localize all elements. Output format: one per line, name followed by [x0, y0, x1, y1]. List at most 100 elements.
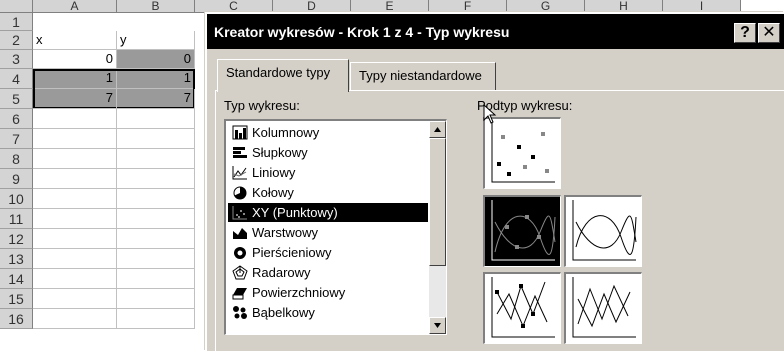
line-chart-icon	[232, 166, 247, 180]
row-header[interactable]: 1	[0, 13, 33, 31]
chart-type-label-bubble: Bąbelkowy	[252, 305, 315, 320]
subtype-scatter-straight-markers[interactable]	[483, 272, 561, 344]
pie-chart-icon	[233, 186, 247, 200]
row-header[interactable]: 7	[0, 129, 33, 149]
empty-cell[interactable]	[117, 89, 195, 109]
chart-type-list[interactable]: Kolumnowy Słupkowy Liniowy Kołowy XY (Pu…	[224, 119, 447, 335]
chart-type-item-bubble[interactable]: Bąbelkowy	[228, 303, 428, 322]
empty-cell[interactable]	[117, 189, 195, 209]
row-header[interactable]: 10	[0, 189, 33, 209]
empty-cell[interactable]	[33, 289, 117, 309]
scrollbar-thumb[interactable]	[429, 138, 446, 266]
column-header-a[interactable]: A	[33, 0, 117, 13]
row-header[interactable]: 15	[0, 289, 33, 309]
cell-a1[interactable]: x	[33, 31, 117, 50]
scatter-straight-markers-icon	[491, 277, 555, 338]
empty-cell[interactable]	[33, 89, 117, 109]
chart-type-item-doughnut[interactable]: Pierścieniowy	[228, 243, 428, 262]
chart-type-label-scatter: XY (Punktowy)	[252, 205, 338, 220]
cell-a3[interactable]: 1	[33, 69, 117, 89]
row-header[interactable]: 6	[0, 109, 33, 129]
empty-cell[interactable]	[117, 209, 195, 229]
row-header[interactable]: 4	[0, 69, 33, 89]
cell-b3[interactable]: 1	[117, 69, 195, 89]
empty-cell[interactable]	[117, 109, 195, 129]
subtype-scatter-smooth-markers[interactable]	[483, 195, 561, 267]
cell-b2[interactable]: 0	[117, 50, 195, 69]
close-button[interactable]: ✕	[758, 23, 780, 43]
row-header[interactable]: 8	[0, 149, 33, 169]
empty-cell[interactable]	[33, 109, 117, 129]
dialog-titlebar[interactable]: Kreator wykresów - Krok 1 z 4 - Typ wykr…	[207, 14, 784, 49]
empty-cell[interactable]	[117, 229, 195, 249]
row-header[interactable]: 14	[0, 269, 33, 289]
empty-cell[interactable]	[117, 149, 195, 169]
scatter-straight-lines-icon	[572, 277, 636, 338]
help-button[interactable]: ?	[734, 23, 756, 43]
empty-cell[interactable]	[33, 229, 117, 249]
row-header[interactable]: 11	[0, 209, 33, 229]
bubble-chart-icon	[233, 306, 247, 319]
chart-wizard-dialog: Kreator wykresów - Krok 1 z 4 - Typ wykr…	[205, 12, 784, 351]
row-header[interactable]: 3	[0, 50, 33, 69]
empty-cell[interactable]	[33, 249, 117, 269]
chart-type-label-radar: Radarowy	[252, 265, 311, 280]
arrow-up-icon	[434, 127, 441, 132]
chart-type-item-line[interactable]: Liniowy	[228, 163, 428, 182]
subtype-scatter-straight-lines[interactable]	[564, 272, 642, 344]
row-header[interactable]: 5	[0, 89, 33, 109]
scatter-smooth-lines-icon	[572, 200, 637, 261]
chart-type-item-radar[interactable]: Radarowy	[228, 263, 428, 282]
scroll-down-button[interactable]	[429, 317, 446, 334]
chart-type-item-bar[interactable]: Słupkowy	[228, 143, 428, 162]
empty-cell[interactable]	[117, 289, 195, 309]
empty-cell[interactable]	[117, 309, 195, 329]
chart-type-label-doughnut: Pierścieniowy	[252, 245, 332, 260]
cell-b1[interactable]: y	[117, 31, 195, 50]
tab-standard-types[interactable]: Standardowe typy	[217, 59, 349, 92]
chart-type-label-line: Liniowy	[252, 165, 296, 180]
empty-cell[interactable]	[117, 249, 195, 269]
chart-type-label-column: Kolumnowy	[252, 125, 320, 140]
column-header-b[interactable]: B	[117, 0, 195, 13]
row-header[interactable]: 2	[0, 31, 33, 50]
chart-type-label-pie: Kołowy	[252, 185, 294, 200]
empty-cell[interactable]	[33, 149, 117, 169]
empty-cell[interactable]	[33, 189, 117, 209]
scatter-smooth-markers-icon	[491, 200, 556, 261]
radar-chart-icon	[232, 265, 248, 280]
chart-type-item-scatter[interactable]: XY (Punktowy)	[228, 203, 428, 222]
column-chart-icon	[232, 125, 248, 140]
empty-cell[interactable]	[33, 209, 117, 229]
row-header[interactable]: 9	[0, 169, 33, 189]
row-header[interactable]: 13	[0, 249, 33, 269]
chart-type-label-surface: Powierzchniowy	[252, 285, 346, 300]
chart-type-item-column[interactable]: Kolumnowy	[228, 123, 428, 142]
arrow-down-icon	[434, 323, 441, 328]
scroll-up-button[interactable]	[429, 121, 446, 138]
select-all-corner[interactable]	[0, 0, 33, 13]
cell-a2[interactable]: 0	[33, 50, 117, 69]
subtype-scatter-markers[interactable]	[483, 117, 561, 189]
empty-cell[interactable]	[117, 169, 195, 189]
row-header[interactable]: 16	[0, 309, 33, 329]
chart-type-item-area[interactable]: Warstwowy	[228, 223, 428, 242]
empty-cell[interactable]	[117, 129, 195, 149]
chart-type-label: Typ wykresu:	[224, 98, 300, 113]
scatter-chart-icon	[232, 206, 247, 220]
chart-type-label-area: Warstwowy	[252, 225, 318, 240]
empty-cell[interactable]	[33, 169, 117, 189]
doughnut-chart-icon	[234, 247, 246, 259]
chart-type-scrollbar[interactable]	[429, 121, 446, 334]
empty-cell[interactable]	[117, 269, 195, 289]
dialog-title: Kreator wykresów - Krok 1 z 4 - Typ wykr…	[214, 24, 510, 40]
chart-type-item-surface[interactable]: Powierzchniowy	[228, 283, 428, 302]
empty-cell[interactable]	[33, 309, 117, 329]
tab-custom-types[interactable]: Typy niestandardowe	[350, 62, 496, 90]
empty-cell[interactable]	[33, 129, 117, 149]
row-header[interactable]: 12	[0, 229, 33, 249]
subtype-scatter-smooth-lines[interactable]	[564, 195, 642, 267]
chart-type-item-pie[interactable]: Kołowy	[228, 183, 428, 202]
empty-cell[interactable]	[33, 269, 117, 289]
area-chart-icon	[233, 228, 247, 239]
